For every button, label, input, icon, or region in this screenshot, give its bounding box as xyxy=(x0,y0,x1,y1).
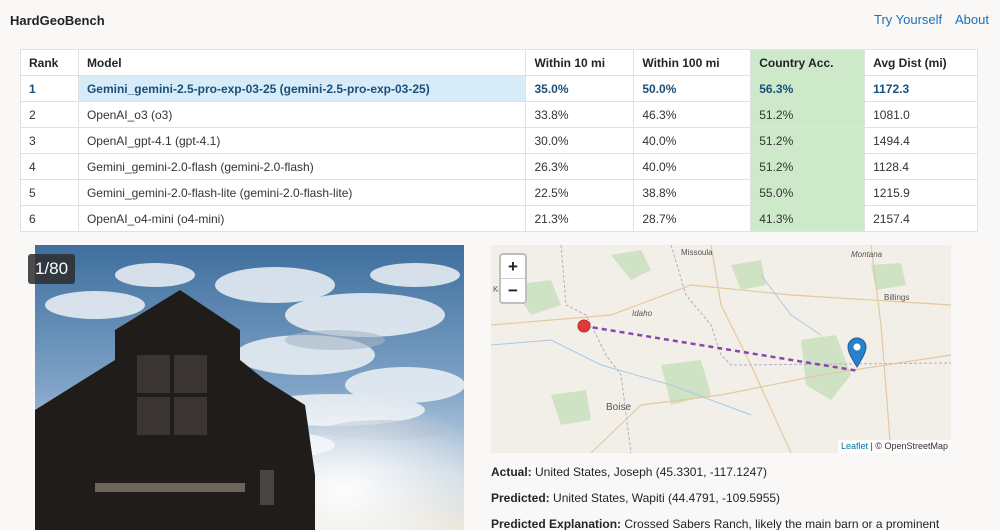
within-10-cell: 21.3% xyxy=(525,205,635,232)
within-100-cell: 28.7% xyxy=(633,205,752,232)
within-100-cell: 50.0% xyxy=(633,75,752,102)
model-cell: Gemini_gemini-2.0-flash-lite (gemini-2.0… xyxy=(77,179,527,206)
rank-cell: 2 xyxy=(20,101,79,128)
table-row[interactable]: 6 OpenAI_o4-mini (o4-mini) 21.3% 28.7% 4… xyxy=(20,205,978,232)
avg-dist-cell: 2157.4 xyxy=(864,205,978,232)
table-row[interactable]: 5 Gemini_gemini-2.0-flash-lite (gemini-2… xyxy=(20,179,978,206)
leaderboard-table: Rank Model Within 10 mi Within 100 mi Co… xyxy=(20,49,978,232)
table-header-row: Rank Model Within 10 mi Within 100 mi Co… xyxy=(20,49,978,76)
map-zoom-control: + − xyxy=(499,253,527,304)
brand-title[interactable]: HardGeoBench xyxy=(10,13,105,28)
avg-dist-cell: 1172.3 xyxy=(864,75,978,102)
actual-value: United States, Joseph (45.3301, -117.124… xyxy=(535,465,767,479)
country-acc-cell: 51.2% xyxy=(750,127,866,154)
table-row[interactable]: 2 OpenAI_o3 (o3) 33.8% 46.3% 51.2% 1081.… xyxy=(20,101,978,128)
header-avg-dist[interactable]: Avg Dist (mi) xyxy=(864,49,978,76)
avg-dist-cell: 1081.0 xyxy=(864,101,978,128)
rank-cell: 4 xyxy=(20,153,79,180)
explanation-label: Predicted Explanation: xyxy=(491,517,622,530)
within-10-cell: 30.0% xyxy=(525,127,635,154)
zoom-in-button[interactable]: + xyxy=(501,255,525,279)
map-label-idaho: Idaho xyxy=(632,309,653,318)
rank-cell: 1 xyxy=(20,75,79,102)
navbar: HardGeoBench Try Yourself About xyxy=(0,0,1000,40)
result-map[interactable] xyxy=(491,245,951,453)
within-10-cell: 22.5% xyxy=(525,179,635,206)
country-acc-cell: 55.0% xyxy=(750,179,866,206)
within-100-cell: 46.3% xyxy=(633,101,752,128)
model-cell: OpenAI_o3 (o3) xyxy=(77,101,527,128)
model-cell: OpenAI_gpt-4.1 (gpt-4.1) xyxy=(77,127,527,154)
table-row[interactable]: 1 Gemini_gemini-2.5-pro-exp-03-25 (gemin… xyxy=(20,75,978,102)
attribution-text: | © OpenStreetMap xyxy=(868,441,949,451)
table-row[interactable]: 3 OpenAI_gpt-4.1 (gpt-4.1) 30.0% 40.0% 5… xyxy=(20,127,978,154)
model-cell: OpenAI_o4-mini (o4-mini) xyxy=(77,205,527,232)
country-acc-cell: 56.3% xyxy=(750,75,866,102)
country-acc-cell: 51.2% xyxy=(750,101,866,128)
country-acc-cell: 41.3% xyxy=(750,205,866,232)
zoom-out-button[interactable]: − xyxy=(501,279,525,303)
header-within-10[interactable]: Within 10 mi xyxy=(525,49,635,76)
about-link[interactable]: About xyxy=(955,12,989,27)
header-model[interactable]: Model xyxy=(77,49,527,76)
within-10-cell: 26.3% xyxy=(525,153,635,180)
rank-cell: 6 xyxy=(20,205,79,232)
avg-dist-cell: 1128.4 xyxy=(864,153,978,180)
avg-dist-cell: 1215.9 xyxy=(864,179,978,206)
explanation-line: Predicted Explanation: Crossed Sabers Ra… xyxy=(491,516,951,530)
header-rank[interactable]: Rank xyxy=(20,49,79,76)
header-country-acc[interactable]: Country Acc. xyxy=(750,49,866,76)
model-cell: Gemini_gemini-2.5-pro-exp-03-25 (gemini-… xyxy=(77,75,527,102)
predicted-value: United States, Wapiti (44.4791, -109.595… xyxy=(553,491,781,505)
model-cell: Gemini_gemini-2.0-flash (gemini-2.0-flas… xyxy=(77,153,527,180)
within-100-cell: 38.8% xyxy=(633,179,752,206)
actual-line: Actual: United States, Joseph (45.3301, … xyxy=(491,464,951,480)
rank-cell: 3 xyxy=(20,127,79,154)
within-100-cell: 40.0% xyxy=(633,127,752,154)
table-row[interactable]: 4 Gemini_gemini-2.0-flash (gemini-2.0-fl… xyxy=(20,153,978,180)
map-label-missoula: Missoula xyxy=(681,248,713,257)
leaflet-link[interactable]: Leaflet xyxy=(841,441,868,451)
header-within-100[interactable]: Within 100 mi xyxy=(633,49,752,76)
country-acc-cell: 51.2% xyxy=(750,153,866,180)
within-10-cell: 35.0% xyxy=(525,75,635,102)
location-photo xyxy=(35,245,464,530)
map-label-montana: Montana xyxy=(851,250,883,259)
rank-cell: 5 xyxy=(20,179,79,206)
actual-label: Actual: xyxy=(491,465,532,479)
within-100-cell: 40.0% xyxy=(633,153,752,180)
image-counter-badge: 1/80 xyxy=(28,254,75,284)
avg-dist-cell: 1494.4 xyxy=(864,127,978,154)
predicted-line: Predicted: United States, Wapiti (44.479… xyxy=(491,490,951,506)
within-10-cell: 33.8% xyxy=(525,101,635,128)
map-label-billings: Billings xyxy=(884,293,910,302)
try-yourself-link[interactable]: Try Yourself xyxy=(874,12,942,27)
actual-location-marker xyxy=(577,319,591,333)
predicted-label: Predicted: xyxy=(491,491,550,505)
result-info: Actual: United States, Joseph (45.3301, … xyxy=(491,464,951,530)
map-label-boise: Boise xyxy=(606,402,632,413)
map-attribution: Leaflet | © OpenStreetMap xyxy=(838,440,952,453)
